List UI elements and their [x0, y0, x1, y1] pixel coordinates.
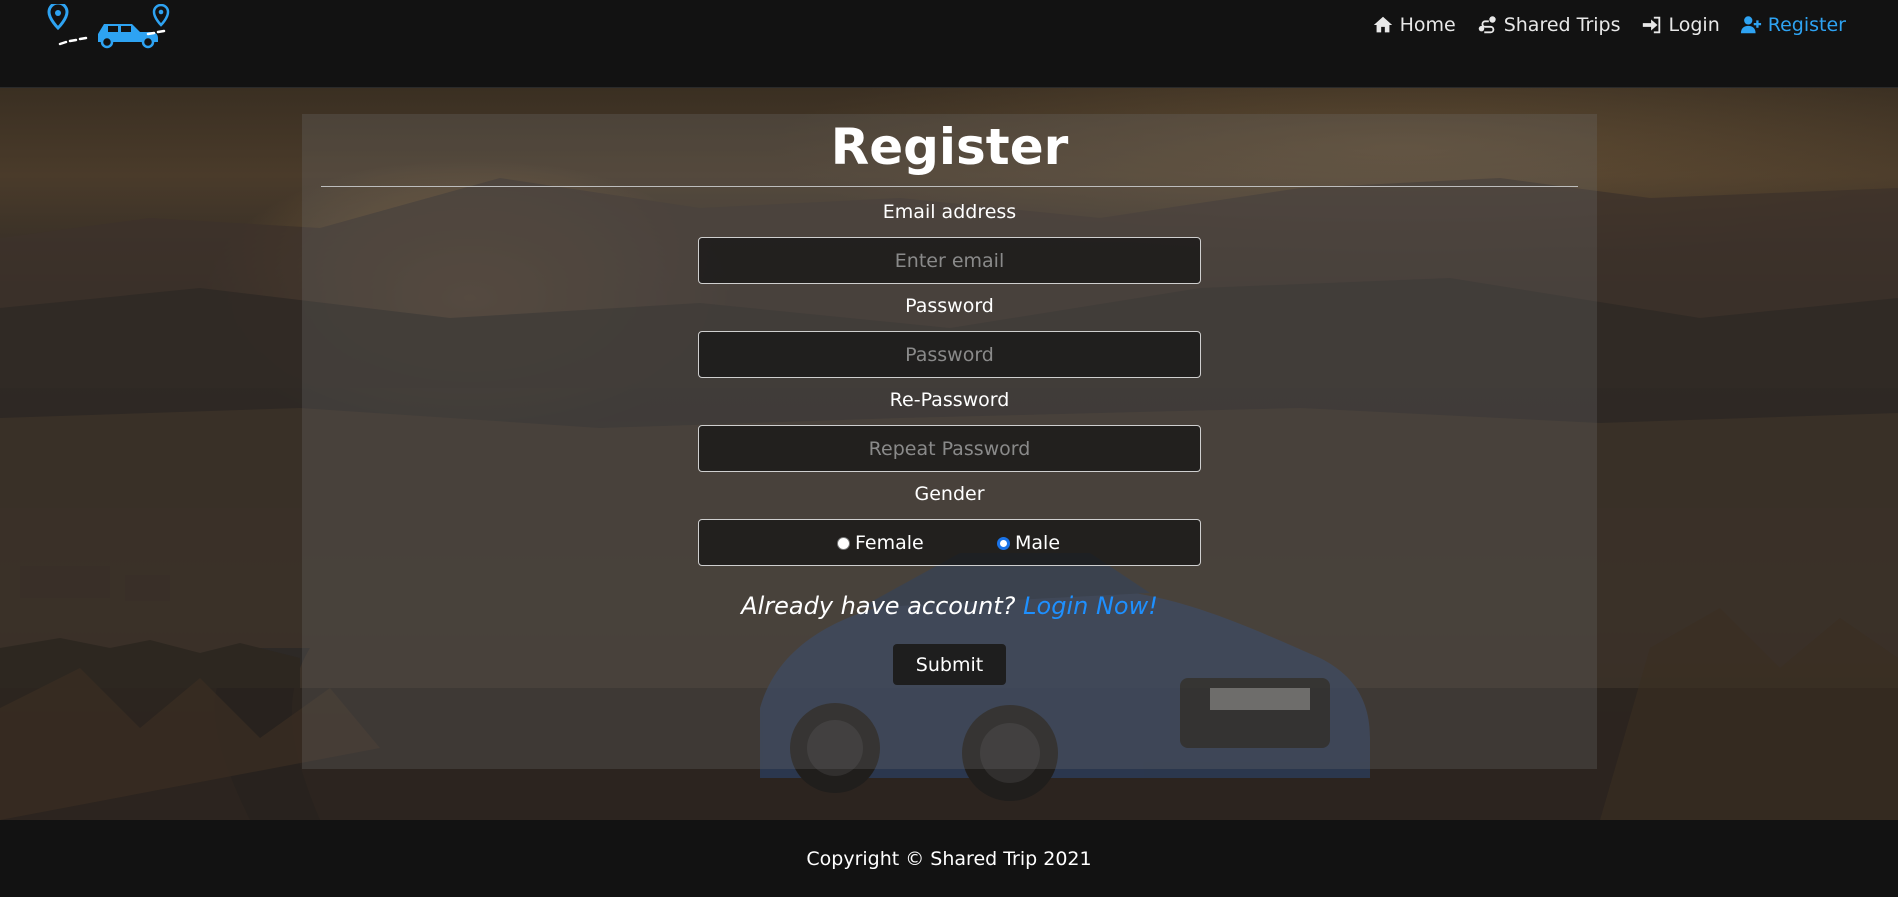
male-radio[interactable] — [997, 536, 1010, 550]
password-field[interactable] — [698, 331, 1201, 378]
nav-links: Home Shared Trips Login Register — [1372, 14, 1846, 36]
email-label: Email address — [882, 201, 1017, 223]
male-label: Male — [1015, 532, 1061, 554]
nav-shared-trips[interactable]: Shared Trips — [1476, 14, 1621, 36]
password-label: Password — [905, 295, 994, 317]
nav-shared-trips-label: Shared Trips — [1503, 14, 1621, 36]
nav-login[interactable]: Login — [1641, 14, 1720, 36]
register-card: Register Email address Password Re-Passw… — [302, 114, 1597, 769]
repassword-label: Re-Password — [889, 389, 1010, 411]
gender-male-option[interactable]: Male — [997, 532, 1060, 554]
account-prompt-line: Already have account? Login Now! — [302, 592, 1597, 620]
navbar: Home Shared Trips Login Register — [0, 0, 1898, 88]
user-plus-icon — [1740, 16, 1761, 34]
login-now-link[interactable]: Login Now! — [1023, 592, 1158, 620]
footer: Copyright © Shared Trip 2021 — [0, 820, 1898, 897]
submit-button[interactable]: Submit — [893, 644, 1006, 685]
female-label: Female — [855, 532, 924, 554]
gender-female-option[interactable]: Female — [837, 532, 924, 554]
nav-register[interactable]: Register — [1740, 14, 1846, 36]
home-icon — [1373, 16, 1392, 33]
nav-login-label: Login — [1668, 14, 1720, 36]
hero-background: Register Email address Password Re-Passw… — [0, 88, 1898, 820]
nav-home[interactable]: Home — [1372, 14, 1456, 36]
title-divider — [321, 186, 1578, 187]
account-prompt: Already have account? — [741, 592, 1016, 620]
female-radio[interactable] — [837, 536, 850, 550]
nav-register-label: Register — [1767, 14, 1846, 36]
repassword-field[interactable] — [698, 425, 1201, 472]
copyright-text: Copyright © Shared Trip 2021 — [806, 848, 1092, 870]
gender-label: Gender — [914, 483, 985, 505]
email-field[interactable] — [698, 237, 1201, 284]
nav-home-label: Home — [1399, 14, 1456, 36]
route-icon — [1478, 16, 1496, 34]
page-title: Register — [830, 118, 1069, 176]
gender-group: Female Male — [698, 519, 1201, 566]
shared-trip-logo[interactable] — [40, 4, 210, 60]
sign-in-icon — [1642, 16, 1660, 34]
